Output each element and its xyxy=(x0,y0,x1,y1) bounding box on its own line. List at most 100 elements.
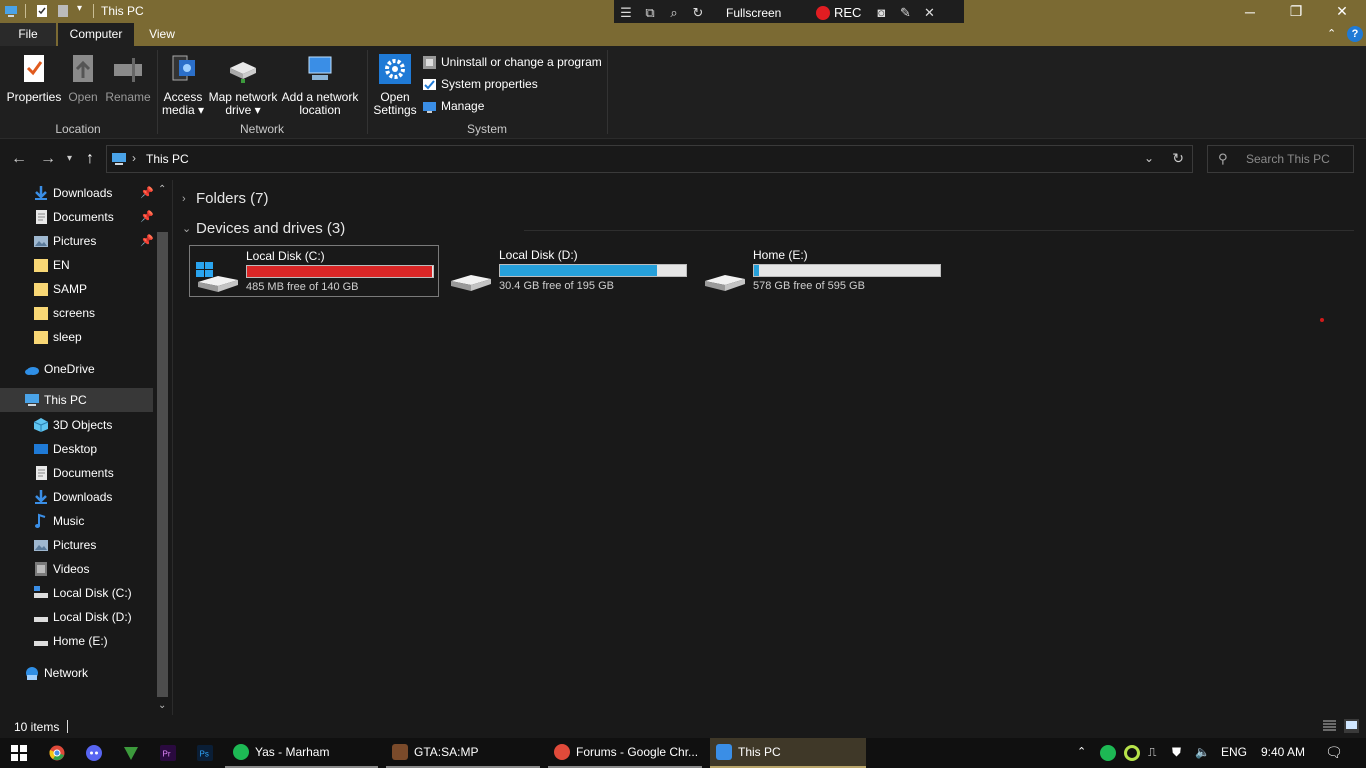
uninstall-program-button[interactable]: Uninstall or change a program xyxy=(422,53,602,71)
minimize-button[interactable]: ─ xyxy=(1227,0,1273,23)
sidebar-item-downloads[interactable]: Downloads 📌 xyxy=(0,181,154,205)
taskbar-app-gta[interactable]: GTA:SA:MP xyxy=(386,738,540,768)
sidebar-item-onedrive[interactable]: OneDrive xyxy=(0,357,153,381)
refresh-icon[interactable]: ↻ xyxy=(1172,150,1184,167)
devices-group-header[interactable]: ⌄ Devices and drives (3) xyxy=(182,220,345,237)
sidebar-item-samp[interactable]: SAMP xyxy=(0,277,153,301)
search-input[interactable] xyxy=(1246,150,1350,168)
sidebar-item-3d-objects[interactable]: 3D Objects xyxy=(0,413,153,437)
chrome-icon[interactable] xyxy=(49,745,65,761)
sidebar-item-en[interactable]: EN xyxy=(0,253,153,277)
back-arrow-icon[interactable]: ← xyxy=(11,150,27,168)
sidebar-item-screens[interactable]: screens xyxy=(0,301,153,325)
window-mode-icon[interactable]: ⧉ xyxy=(638,0,662,25)
scroll-down-chevron-icon[interactable]: ⌄ xyxy=(158,700,166,711)
sidebar-item-desktop[interactable]: Desktop xyxy=(0,437,153,461)
forward-arrow-icon[interactable]: → xyxy=(40,150,56,168)
rotate-icon[interactable]: ↻ xyxy=(686,0,710,25)
manage-label: Manage xyxy=(441,99,485,113)
taskbar-app-this-pc[interactable]: This PC xyxy=(710,738,866,768)
windows-start-icon[interactable] xyxy=(11,745,27,761)
rename-button[interactable]: Rename xyxy=(104,54,152,104)
search-box[interactable]: ⚲ xyxy=(1207,145,1354,173)
drive-usage-bar xyxy=(246,265,434,278)
large-icons-view-icon[interactable] xyxy=(1344,719,1359,733)
sidebar-item-local-disk-d[interactable]: Local Disk (D:) xyxy=(0,605,153,629)
settings-gear-icon xyxy=(379,54,411,84)
breadcrumb[interactable]: This PC xyxy=(146,152,189,166)
system-properties-button[interactable]: System properties xyxy=(422,75,538,93)
sidebar-item-downloads-pc[interactable]: Downloads xyxy=(0,485,153,509)
network-tray-icon[interactable]: ⎍ xyxy=(1148,745,1156,760)
sidebar-item-documents[interactable]: Documents 📌 xyxy=(0,205,154,229)
properties-button[interactable]: Properties xyxy=(6,54,62,104)
expand-chevron-icon[interactable]: › xyxy=(182,193,196,205)
vim-icon[interactable] xyxy=(123,745,139,761)
sidebar-item-videos[interactable]: Videos xyxy=(0,557,153,581)
restore-button[interactable]: ❐ xyxy=(1273,0,1319,23)
taskbar-app-spotify[interactable]: Yas - Marham xyxy=(225,738,378,768)
camera-icon[interactable]: ◙ xyxy=(869,0,893,25)
record-tray-icon[interactable] xyxy=(1124,745,1140,761)
map-network-drive-button[interactable]: Map network drive ▾ xyxy=(207,54,279,117)
manage-button[interactable]: Manage xyxy=(422,97,484,115)
up-arrow-icon[interactable]: ↑ xyxy=(86,150,94,168)
address-bar[interactable]: › This PC ⌄ ↻ xyxy=(106,145,1193,173)
tab-file[interactable]: File xyxy=(0,23,56,46)
pin-icon[interactable]: 📌 xyxy=(140,234,154,247)
region-select-icon[interactable]: ⌕ xyxy=(662,0,686,25)
pencil-icon[interactable]: ✎ xyxy=(893,0,917,25)
sidebar-item-this-pc[interactable]: This PC xyxy=(0,388,153,412)
pane-divider[interactable] xyxy=(172,180,173,715)
sidebar-item-local-disk-c[interactable]: Local Disk (C:) xyxy=(0,581,153,605)
taskbar-app-chrome[interactable]: Forums - Google Chr... xyxy=(548,738,702,768)
collapse-ribbon-icon[interactable]: ⌃ xyxy=(1327,27,1336,40)
properties-quick-icon[interactable] xyxy=(35,4,49,18)
photoshop-icon[interactable]: Ps xyxy=(197,745,213,761)
record-button[interactable]: REC xyxy=(816,5,861,20)
scrollbar-thumb[interactable] xyxy=(157,232,168,697)
sidebar-item-documents-pc[interactable]: Documents xyxy=(0,461,153,485)
drive-tile-c[interactable]: Local Disk (C:) 485 MB free of 140 GB xyxy=(189,245,439,297)
details-view-icon[interactable] xyxy=(1322,719,1337,733)
drive-tile-d[interactable]: Local Disk (D:) 30.4 GB free of 195 GB xyxy=(443,245,693,297)
help-icon[interactable]: ? xyxy=(1347,26,1363,42)
menu-icon[interactable]: ☰ xyxy=(614,0,638,25)
show-hidden-icons-chevron-icon[interactable]: ⌃ xyxy=(1077,745,1086,758)
access-media-button[interactable]: Access media ▾ xyxy=(160,54,206,117)
sidebar-scrollbar[interactable]: ⌃ ⌄ xyxy=(155,180,170,715)
input-language[interactable]: ENG xyxy=(1221,745,1247,759)
collapse-chevron-icon[interactable]: ⌄ xyxy=(182,222,196,235)
premiere-icon[interactable]: Pr xyxy=(160,745,176,761)
clock[interactable]: 9:40 AM xyxy=(1261,745,1305,759)
folders-group-header[interactable]: › Folders (7) xyxy=(182,190,269,207)
scroll-up-chevron-icon[interactable]: ⌃ xyxy=(158,184,166,195)
security-shield-icon[interactable]: ⛊ xyxy=(1172,745,1181,760)
recent-locations-chevron-icon[interactable]: ▾ xyxy=(67,153,72,164)
sidebar-item-network[interactable]: Network xyxy=(0,661,153,685)
open-button[interactable]: Open xyxy=(66,54,100,104)
pin-icon[interactable]: 📌 xyxy=(140,186,154,199)
sidebar-item-pictures-pc[interactable]: Pictures xyxy=(0,533,153,557)
pin-icon[interactable]: 📌 xyxy=(140,210,154,223)
close-icon[interactable]: ✕ xyxy=(917,0,941,25)
breadcrumb-chevron-icon[interactable]: › xyxy=(132,151,136,165)
sidebar-item-pictures[interactable]: Pictures 📌 xyxy=(0,229,154,253)
sidebar-item-sleep[interactable]: sleep xyxy=(0,325,153,349)
sidebar-item-home-e[interactable]: Home (E:) xyxy=(0,629,153,653)
capture-mode-label[interactable]: Fullscreen xyxy=(726,6,806,20)
open-settings-button[interactable]: Open Settings xyxy=(372,54,418,117)
customize-qat-chevron-icon[interactable]: ▾ xyxy=(77,3,91,17)
address-history-chevron-icon[interactable]: ⌄ xyxy=(1144,151,1154,165)
add-network-location-button[interactable]: Add a network location xyxy=(281,54,359,117)
sidebar-item-music[interactable]: Music xyxy=(0,509,153,533)
volume-icon[interactable]: 🔈 xyxy=(1195,745,1210,759)
close-button[interactable]: ✕ xyxy=(1319,0,1365,23)
tab-view[interactable]: View xyxy=(138,23,186,46)
drive-tile-e[interactable]: Home (E:) 578 GB free of 595 GB xyxy=(697,245,947,297)
discord-icon[interactable] xyxy=(86,745,102,761)
tab-computer[interactable]: Computer xyxy=(58,23,134,46)
spotify-tray-icon[interactable] xyxy=(1100,745,1116,761)
new-folder-quick-icon[interactable] xyxy=(56,4,70,18)
notifications-icon[interactable]: 🗨 xyxy=(1325,744,1343,761)
